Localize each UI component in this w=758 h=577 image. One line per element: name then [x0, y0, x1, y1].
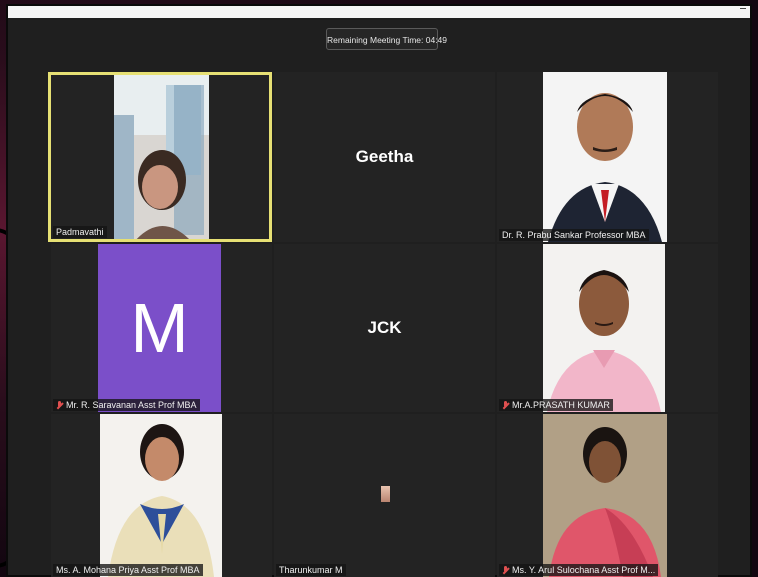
participant-photo [543, 244, 665, 412]
participant-tile-prasath-kumar[interactable]: Mr.A.PRASATH KUMAR [497, 244, 718, 412]
minimize-icon[interactable] [740, 8, 746, 9]
mic-muted-icon [56, 400, 63, 410]
participant-display-name: JCK [367, 318, 402, 337]
participant-tile-prabu-sankar[interactable]: Dr. R. Prabu Sankar Professor MBA [497, 72, 718, 242]
participant-tile-arul-sulochana[interactable]: Ms. Y. Arul Sulochana Asst Prof M... [497, 414, 718, 577]
participant-tile-mohana-priya[interactable]: Ms. A. Mohana Priya Asst Prof MBA [51, 414, 272, 577]
participant-name-tag: Padmavathi [53, 226, 107, 238]
mic-muted-icon [502, 565, 509, 575]
meeting-window: Remaining Meeting Time: 04:49 Padmavathi… [6, 4, 752, 577]
participant-name-tag: Ms. A. Mohana Priya Asst Prof MBA [53, 564, 203, 576]
participant-name-tag: Tharunkumar M [276, 564, 346, 576]
participant-name-tag: Mr. R. Saravanan Asst Prof MBA [53, 399, 200, 411]
participant-tile-tharunkumar[interactable]: Tharunkumar M [274, 414, 495, 577]
participant-photo [543, 72, 667, 242]
participant-display-name: Geetha [355, 147, 414, 166]
participant-name-tag: Dr. R. Prabu Sankar Professor MBA [499, 229, 649, 241]
participant-video [114, 75, 209, 239]
participant-photo [543, 414, 667, 577]
remaining-time-indicator: Remaining Meeting Time: 04:49 [326, 28, 447, 50]
participant-tile-saravanan[interactable]: M Mr. R. Saravanan Asst Prof MBA [51, 244, 272, 412]
participant-name-tag: Mr.A.PRASATH KUMAR [499, 399, 613, 411]
participant-name-tag: Ms. Y. Arul Sulochana Asst Prof M... [499, 564, 659, 576]
participant-avatar: M [98, 244, 221, 412]
mic-muted-icon [502, 400, 509, 410]
participant-photo [100, 414, 222, 577]
window-title-bar [8, 6, 750, 18]
participant-tile-jck[interactable]: JCK [274, 244, 495, 412]
participant-tile-geetha[interactable]: Geetha [274, 72, 495, 242]
participant-tile-padmavathi[interactable]: Padmavathi [48, 72, 272, 242]
participant-video [381, 486, 390, 502]
